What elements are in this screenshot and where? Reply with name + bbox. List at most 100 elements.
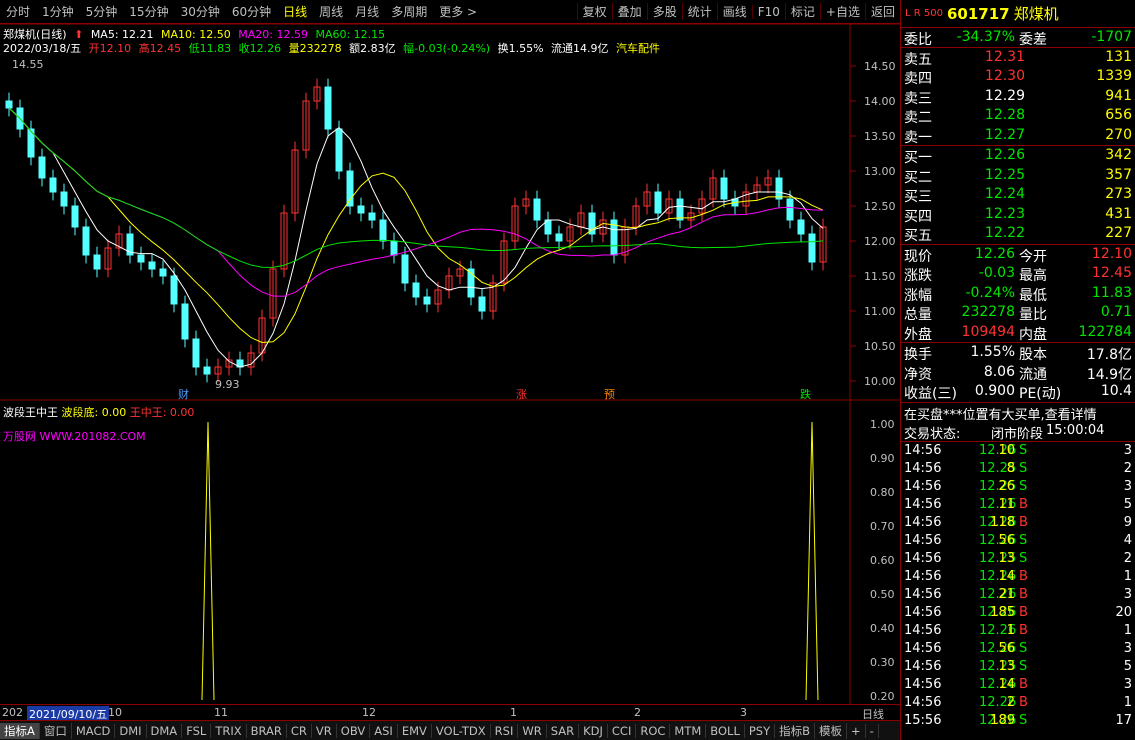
indicator-tab-11[interactable]: ASI <box>370 723 398 738</box>
tick-cell-2: 189 <box>990 712 1015 728</box>
quote-v2: 122784 <box>1078 323 1132 340</box>
kline-chart[interactable]: 14.50 14.00 13.50 13.00 12.50 12.00 11.50 11.00… <box>0 0 900 704</box>
candle-body <box>555 233 563 242</box>
watermark-url: 万股网 WWW.201082.COM <box>3 430 146 443</box>
marker-zhang[interactable]: 涨 <box>516 388 527 401</box>
indicator-tab-1[interactable]: 窗口 <box>40 722 72 739</box>
weibi-row: 委比 -34.37% 委差 -1707 <box>901 28 1135 48</box>
bid-row[interactable]: 买五 12.22 227 <box>901 224 1135 244</box>
tick-cell-2: 14 <box>998 568 1015 584</box>
quote-v1: -0.03 <box>978 265 1015 281</box>
candle-body <box>676 198 684 221</box>
quote-v2: 0.71 <box>1100 304 1132 320</box>
indicator-tab-8[interactable]: CR <box>287 723 312 738</box>
ask-row[interactable]: 卖三 12.29 941 <box>901 87 1135 107</box>
tick-cell-3: S <box>1019 712 1028 728</box>
fin-l1: 换手 <box>904 347 932 363</box>
tick-row: 14:56 12.26 14 B 1 <box>901 568 1135 586</box>
candle-body <box>82 226 90 256</box>
ask-row[interactable]: 卖一 12.27 270 <box>901 126 1135 146</box>
sub-indicator-name[interactable]: 波段王中王 <box>3 406 58 419</box>
indicator-tab-17[interactable]: KDJ <box>579 723 608 738</box>
candle-body <box>148 261 156 270</box>
trade-state-value: 闭市阶段 <box>991 427 1044 442</box>
indicator-tab-13[interactable]: VOL-TDX <box>432 723 491 738</box>
indicator-tab-22[interactable]: PSY <box>745 723 776 738</box>
marker-die[interactable]: 跌 <box>800 387 811 401</box>
indicator-tab-2[interactable]: MACD <box>72 723 116 738</box>
bid-row[interactable]: 买一 12.26 342 <box>901 146 1135 166</box>
candle-body <box>181 303 189 340</box>
ask-vol: 656 <box>1105 107 1132 123</box>
y-tick-sub-2: 0.80 <box>870 486 895 499</box>
candle-body <box>654 191 662 214</box>
indicator-tab-6[interactable]: TRIX <box>211 723 247 738</box>
signal-spike-0 <box>201 421 215 701</box>
bid-label: 买四 <box>904 208 932 225</box>
tick-cell-3: B <box>1019 622 1028 638</box>
tick-cell-2: 11 <box>998 496 1015 512</box>
y-tick-sub-3: 0.70 <box>870 520 895 533</box>
tick-cell-0: 14:56 <box>904 514 942 530</box>
tick-row: 15:56 12.26 189 S 17 <box>901 712 1135 730</box>
indicator-tab-4[interactable]: DMA <box>147 723 183 738</box>
indicator-tab-16[interactable]: SAR <box>547 723 580 738</box>
candle-body <box>71 205 79 228</box>
indicator-tab-25[interactable]: + <box>847 723 866 738</box>
indicator-tab-3[interactable]: DMI <box>115 723 147 738</box>
y-tick-sub-4: 0.60 <box>870 554 895 567</box>
fin-row: 换手 1.55% 股本 17.8亿 <box>901 343 1135 363</box>
indicator-tab-26[interactable]: - <box>866 723 879 738</box>
tick-cell-4: 9 <box>1123 514 1132 530</box>
indicator-tab-0[interactable]: 指标A <box>0 722 40 739</box>
indicator-tab-14[interactable]: RSI <box>491 723 519 738</box>
indicator-tab-7[interactable]: BRAR <box>247 723 287 738</box>
indicator-tab-9[interactable]: VR <box>312 723 337 738</box>
candle-body <box>775 177 783 200</box>
bid-row[interactable]: 买四 12.23 431 <box>901 205 1135 225</box>
indicator-tab-18[interactable]: CCI <box>608 723 637 738</box>
indicator-tab-19[interactable]: ROC <box>636 723 671 738</box>
quote-row: 涨跌 -0.03 最高 12.45 <box>901 264 1135 284</box>
stock-header: L R 500 601717 郑煤机 <box>901 0 1135 28</box>
notice-row[interactable]: 在买盘***位置有大买单,查看详情 <box>901 403 1135 423</box>
indicator-tab-15[interactable]: WR <box>518 723 547 738</box>
indicator-tab-20[interactable]: MTM <box>670 723 707 738</box>
date-axis-left: 202 <box>2 706 23 719</box>
y-tick-main-1: 14.00 <box>864 95 896 108</box>
y-tick-main-8: 10.50 <box>864 340 896 353</box>
indicator-tab-12[interactable]: EMV <box>398 723 432 738</box>
indicator-tab-21[interactable]: BOLL <box>706 723 745 738</box>
quote-v1: 232278 <box>961 304 1015 320</box>
tick-cell-4: 3 <box>1123 478 1132 494</box>
marker-cai[interactable]: 财 <box>178 387 189 401</box>
trade-state-time: 15:00:04 <box>1046 423 1105 438</box>
notice-text[interactable]: 在买盘***位置有大买单,查看详情 <box>904 404 1097 423</box>
bid-vol: 357 <box>1105 166 1132 183</box>
tick-row: 14:56 12.26 2 B 1 <box>901 694 1135 712</box>
ask-row[interactable]: 卖四 12.30 1339 <box>901 67 1135 87</box>
marker-yu[interactable]: 预 <box>604 388 615 401</box>
ma-line <box>8 107 824 344</box>
indicator-tab-10[interactable]: OBV <box>337 723 371 738</box>
tick-cell-4: 1 <box>1123 568 1132 584</box>
bid-row[interactable]: 买二 12.25 357 <box>901 166 1135 186</box>
lr-badge: L R 500 <box>905 8 943 19</box>
tick-cell-4: 2 <box>1123 550 1132 566</box>
bid-row[interactable]: 买三 12.24 273 <box>901 185 1135 205</box>
ask-vol: 941 <box>1105 87 1132 104</box>
tick-cell-2: 2 <box>1006 694 1015 710</box>
tick-cell-0: 14:56 <box>904 640 942 656</box>
ask-book: 卖五 12.31 131 卖四 12.30 1339 卖三 12.29 941 卖二 12.28 65… <box>901 48 1135 146</box>
ask-row[interactable]: 卖五 12.31 131 <box>901 48 1135 68</box>
min-price-label: 9.93 <box>215 378 240 391</box>
ask-row[interactable]: 卖二 12.28 656 <box>901 106 1135 126</box>
tick-cell-0: 14:56 <box>904 586 942 602</box>
quote-stats: 现价 12.26 今开 12.10 涨跌 -0.03 最高 12.45 涨幅 -0.24% 最低 11… <box>901 245 1135 343</box>
tick-row: 14:56 12.26 11 B 5 <box>901 496 1135 514</box>
candle-body <box>346 170 354 207</box>
indicator-tab-24[interactable]: 模板 <box>815 722 848 739</box>
indicator-tab-5[interactable]: FSL <box>182 723 212 738</box>
tick-row: 14:56 12.25 13 S 2 <box>901 550 1135 568</box>
indicator-tab-23[interactable]: 指标B <box>775 722 816 739</box>
